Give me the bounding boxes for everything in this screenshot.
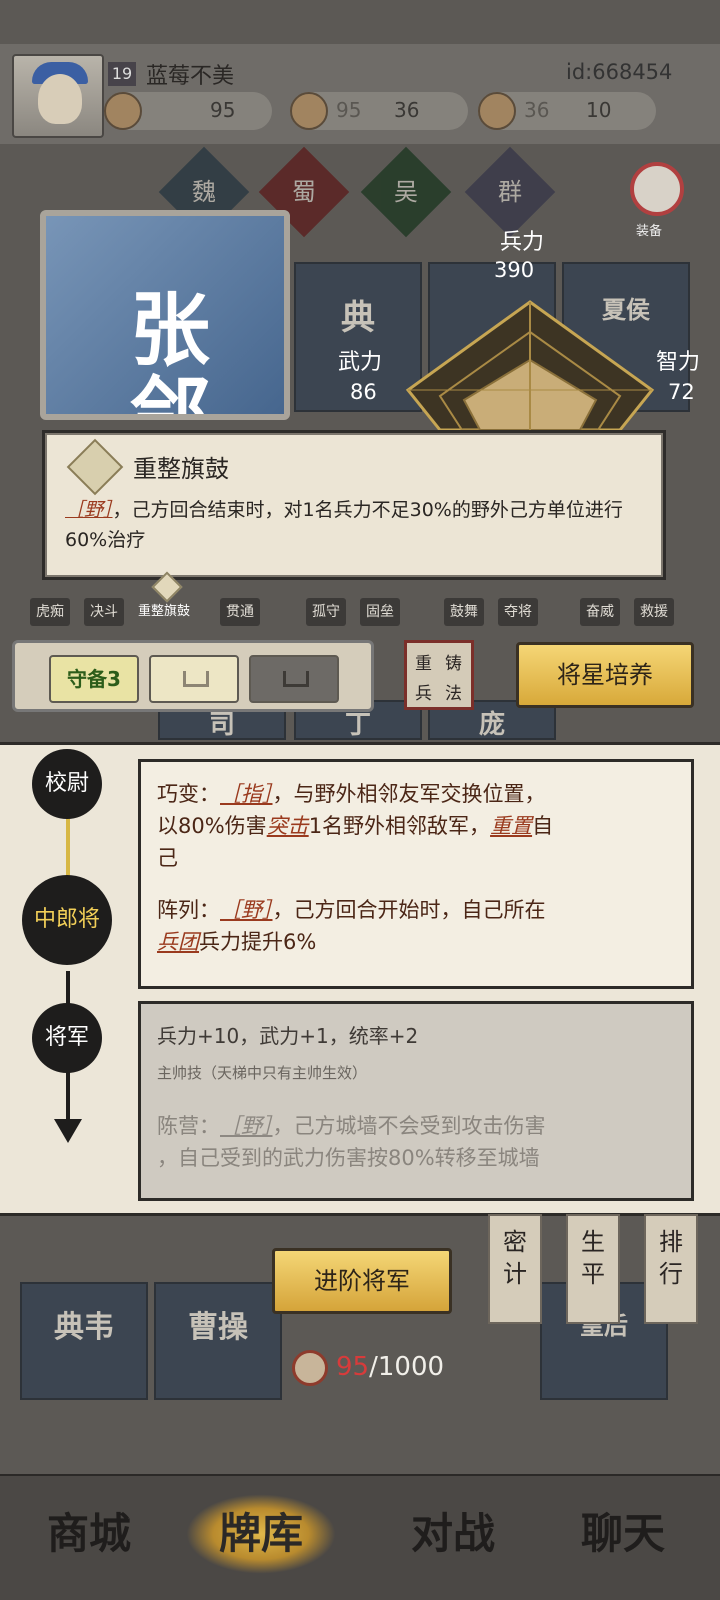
trait-tag[interactable]: 夺将 [498,598,538,626]
selected-hero-card[interactable]: 张郃 [40,210,290,420]
stat-radar-chart [405,300,655,430]
resource-value: 95 [210,98,236,122]
stat-force-value: 86 [350,380,377,404]
secret-plan-button[interactable]: 密计 [488,1214,542,1324]
advance-rank-button[interactable]: 进阶将军 [272,1248,452,1314]
resource-scroll[interactable]: 95 36 [290,92,468,130]
skill-icon [66,438,124,496]
nav-shop[interactable]: 商城 [14,1494,164,1574]
trait-tag[interactable]: 决斗 [84,598,124,626]
advance-cost: 95/1000 [336,1352,445,1382]
skill-tag[interactable]: 重置 [490,814,532,838]
nav-card-library[interactable]: 牌库 [186,1494,336,1574]
trait-tag[interactable]: 虎痴 [30,598,70,626]
trait-tag[interactable]: 奋威 [580,598,620,626]
skill-tag[interactable]: ［野］ [220,898,273,922]
rank-general[interactable]: 将军 [32,1003,102,1073]
stat-force-label: 武力 [338,350,383,375]
rank-general-skills: 兵力+10，武力+1，统率+2 主帅技（天梯中只有主帅生效） 陈营：［野］，己方… [138,1001,694,1201]
player-avatar[interactable] [12,54,104,138]
player-id: id:668454 [566,60,673,84]
rank-colonel-skills: 巧变：［指］，与野外相邻友军交换位置， 以80%伤害突击1名野外相邻敌军，重置自… [138,759,694,989]
skill-slot-bar: 守备3 [12,640,374,712]
skill-tag[interactable]: ［野］ [65,499,113,521]
resource-value: 36 [394,98,420,122]
rank-colonel[interactable]: 中郎将 [22,875,112,965]
stat-troops-label: 兵力 [500,230,545,255]
resource-sword[interactable]: 95 [104,92,272,130]
equipment-button[interactable]: 装备 [622,162,692,239]
resource-value: 36 [524,98,550,122]
rank-captain[interactable]: 校尉 [32,749,102,819]
biography-button[interactable]: 生平 [566,1214,620,1324]
faction-wu[interactable]: 吴 [360,146,452,238]
treasure-icon [478,92,516,130]
trait-tag[interactable]: 贯通 [220,598,260,626]
skill-tag[interactable]: ［野］ [220,1114,273,1138]
skill-tag[interactable]: 突击 [267,814,309,838]
empty-slot-icon [183,671,209,687]
skill-slot-empty[interactable] [149,655,239,703]
trait-tag[interactable]: 固垒 [360,598,400,626]
player-info-bar: 19 蓝莓不美 id:668454 95 95 36 36 10 [0,44,720,144]
rank-panel: 校尉 中郎将 将军 巧变：［指］，与野外相邻友军交换位置， 以80%伤害突击1名… [0,742,720,1216]
skill-tag[interactable]: ［指］ [220,782,273,806]
nav-battle[interactable]: 对战 [378,1494,528,1574]
skill-tag[interactable]: 兵团 [157,930,199,954]
face-icon [38,74,82,124]
star-training-button[interactable]: 将星培养 [516,642,694,708]
bottom-navigation: 商城 牌库 对战 聊天 [0,1474,720,1600]
skill-description: ［野］，己方回合结束时，对1名兵力不足30%的野外己方单位进行60%治疗 [65,499,623,551]
resource-value: 10 [586,98,612,122]
stat-intellect-value: 72 [668,380,695,404]
arrow-down-icon [54,1119,82,1143]
resource-value: 95 [336,98,362,122]
trait-tag[interactable]: 救援 [634,598,674,626]
hero-name: 张郃 [130,283,210,420]
skill-tooltip: 重整旗鼓 ［野］，己方回合结束时，对1名兵力不足30%的野外己方单位进行60%治… [42,430,666,580]
sword-token-icon [292,1350,328,1386]
hero-card[interactable]: 典韦 [20,1282,148,1400]
skill-slot-active[interactable]: 守备3 [49,655,139,703]
resource-treasure[interactable]: 36 10 [478,92,656,130]
locked-slot-icon [283,671,309,687]
rank-scroll-icon [290,92,328,130]
nav-chat[interactable]: 聊天 [548,1494,698,1574]
stat-troops-value: 390 [494,258,535,282]
skill-slot-locked[interactable] [249,655,339,703]
hero-card[interactable]: 曹操 [154,1282,282,1400]
sword-token-icon [104,92,142,130]
skill-title: 重整旗鼓 [133,455,229,483]
trait-tag[interactable]: 孤守 [306,598,346,626]
trait-tag[interactable]: 鼓舞 [444,598,484,626]
ranking-button[interactable]: 排行 [644,1214,698,1324]
equipment-icon [630,162,684,216]
player-level: 19 [108,62,136,86]
recast-tactic-button[interactable]: 重 铸 兵 法 [404,640,474,710]
player-name: 蓝莓不美 [146,64,235,89]
